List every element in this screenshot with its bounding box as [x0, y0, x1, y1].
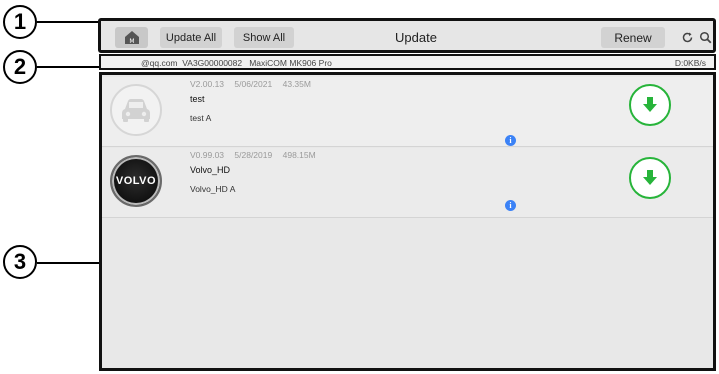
item-subtitle: test A — [190, 113, 212, 123]
volvo-logo-text: VOLVO — [115, 175, 157, 187]
info-icon[interactable]: i — [505, 200, 516, 211]
callout-1-leader — [37, 21, 99, 23]
item-meta: V0.99.03 5/28/2019 498.15M — [190, 150, 324, 160]
callout-2-leader — [37, 66, 99, 68]
download-speed: D:0KB/s — [674, 58, 706, 68]
download-button[interactable] — [629, 157, 671, 199]
renew-button[interactable]: Renew — [601, 27, 665, 48]
download-arrow-icon — [643, 97, 657, 112]
item-name: Volvo_HD — [190, 165, 231, 175]
refresh-button[interactable] — [678, 28, 696, 46]
account-text: @qq.com — [141, 58, 178, 68]
download-button[interactable] — [629, 84, 671, 126]
status-bar: @qq.com VA3G00000082 MaxiCOM MK906 Pro D… — [99, 54, 716, 70]
date-text: 5/28/2019 — [234, 150, 273, 160]
callout-3-leader — [37, 262, 99, 264]
download-arrow-icon — [643, 170, 657, 185]
search-button[interactable] — [696, 28, 714, 46]
version-text: V0.99.03 — [190, 150, 225, 160]
car-placeholder-logo — [110, 84, 162, 136]
item-subtitle: Volvo_HD A — [190, 184, 236, 194]
search-icon — [699, 31, 711, 43]
svg-text:M: M — [129, 38, 134, 45]
size-text: 43.35M — [282, 79, 311, 89]
callout-2: 2 — [3, 50, 37, 84]
callout-3: 3 — [3, 245, 37, 279]
size-text: 498.15M — [282, 150, 316, 160]
version-text: V2.00.13 — [190, 79, 225, 89]
item-meta: V2.00.13 5/06/2021 43.35M — [190, 79, 319, 89]
device-info: @qq.com VA3G00000082 MaxiCOM MK906 Pro — [141, 58, 332, 68]
refresh-icon — [682, 32, 692, 42]
show-all-button[interactable]: Show All — [234, 27, 294, 48]
home-button[interactable]: M — [115, 27, 148, 48]
car-placeholder-icon — [122, 99, 150, 122]
update-list[interactable]: V2.00.13 5/06/2021 43.35M test test A i … — [99, 72, 716, 371]
date-text: 5/06/2021 — [234, 79, 273, 89]
update-all-button[interactable]: Update All — [160, 27, 222, 48]
serial-text: VA3G00000082 — [182, 58, 243, 68]
page-title: Update — [395, 30, 437, 45]
callout-1: 1 — [3, 5, 37, 39]
toolbar: M Update All Show All Update Renew — [98, 18, 716, 53]
volvo-logo: VOLVO — [110, 155, 162, 207]
list-item[interactable]: VOLVO V0.99.03 5/28/2019 498.15M Volvo_H… — [102, 148, 713, 218]
list-item[interactable]: V2.00.13 5/06/2021 43.35M test test A i — [102, 77, 713, 147]
item-name: test — [190, 94, 205, 104]
home-icon: M — [124, 31, 139, 45]
info-icon[interactable]: i — [505, 135, 516, 146]
device-text: MaxiCOM MK906 Pro — [249, 58, 332, 68]
